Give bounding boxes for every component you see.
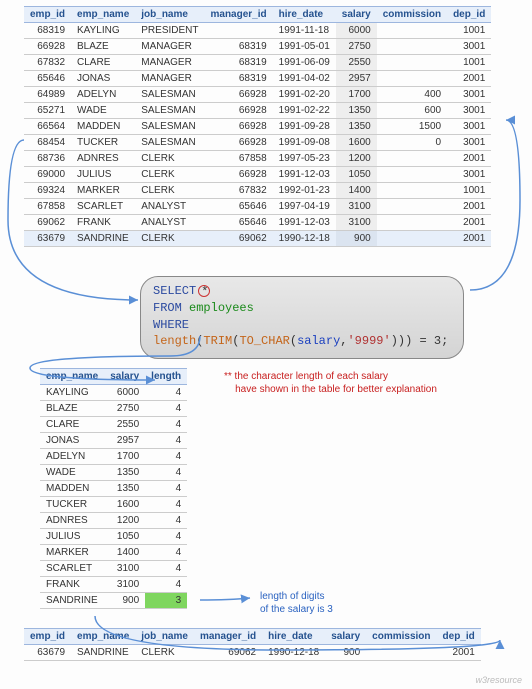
- table-row: 68454TUCKERSALESMAN669281991-09-08160003…: [24, 135, 491, 151]
- col-job_name: job_name: [135, 7, 204, 23]
- table-row: TUCKER16004: [40, 497, 187, 513]
- sql-col-salary: salary: [297, 334, 340, 348]
- table-row: ADELYN17004: [40, 449, 187, 465]
- note-blue-line1: length of digits: [260, 591, 325, 602]
- table-row: 66564MADDENSALESMAN669281991-09-28135015…: [24, 119, 491, 135]
- col-length: length: [145, 369, 187, 385]
- table-row: 65646JONASMANAGER683191991-04-0229572001: [24, 71, 491, 87]
- table-row: 66928BLAZEMANAGER683191991-05-0127503001: [24, 39, 491, 55]
- table-row: 67832CLAREMANAGER683191991-06-0925501001: [24, 55, 491, 71]
- employees-table-wrap: emp_idemp_namejob_namemanager_idhire_dat…: [24, 6, 491, 247]
- col-commission: commission: [366, 629, 436, 645]
- result-table: emp_idemp_namejob_namemanager_idhire_dat…: [24, 628, 481, 661]
- col-commission: commission: [377, 7, 447, 23]
- sql-fmt: '9999': [347, 334, 390, 348]
- note-red-line2: have shown in the table for better expla…: [235, 384, 437, 395]
- table-row: ADNRES12004: [40, 513, 187, 529]
- col-manager_id: manager_id: [194, 629, 262, 645]
- col-salary: salary: [104, 369, 145, 385]
- sql-eq: = 3;: [420, 334, 449, 348]
- sql-fn-tochar: TO_CHAR: [239, 334, 289, 348]
- table-row: 67858SCARLETANALYST656461997-04-19310020…: [24, 199, 491, 215]
- col-hire_date: hire_date: [273, 7, 336, 23]
- col-manager_id: manager_id: [205, 7, 273, 23]
- table-row: 64989ADELYNSALESMAN669281991-02-20170040…: [24, 87, 491, 103]
- col-dep_id: dep_id: [437, 629, 481, 645]
- employees-table: emp_idemp_namejob_namemanager_idhire_dat…: [24, 6, 491, 247]
- table-row: MADDEN13504: [40, 481, 187, 497]
- table-row: 63679SANDRINECLERK690621990-12-189002001: [24, 645, 481, 661]
- col-dep_id: dep_id: [447, 7, 491, 23]
- col-hire_date: hire_date: [262, 629, 325, 645]
- sql-table-name: employees: [189, 301, 254, 315]
- asterisk-icon: [198, 285, 210, 297]
- sql-fn-trim: TRIM: [203, 334, 232, 348]
- table-row: KAYLING60004: [40, 385, 187, 401]
- col-job_name: job_name: [135, 629, 194, 645]
- sql-query-box: SELECT FROM employees WHERE length(TRIM(…: [140, 276, 464, 359]
- length-table: emp_namesalarylengthKAYLING60004BLAZE275…: [40, 368, 187, 609]
- col-emp_name: emp_name: [71, 629, 135, 645]
- table-row: SCARLET31004: [40, 561, 187, 577]
- table-row: 65271WADESALESMAN669281991-02-2213506003…: [24, 103, 491, 119]
- watermark: w3resource: [475, 675, 522, 685]
- length-table-wrap: emp_namesalarylengthKAYLING60004BLAZE275…: [40, 368, 187, 609]
- note-length-3: length of digits of the salary is 3: [260, 590, 333, 616]
- col-salary: salary: [325, 629, 366, 645]
- table-row: 69324MARKERCLERK678321992-01-2314001001: [24, 183, 491, 199]
- sql-from: FROM: [153, 301, 182, 315]
- table-row: CLARE25504: [40, 417, 187, 433]
- col-salary: salary: [336, 7, 377, 23]
- note-char-length: ** the character length of each salary h…: [224, 370, 437, 396]
- table-row: 63679SANDRINECLERK690621990-12-189002001: [24, 231, 491, 247]
- result-table-wrap: emp_idemp_namejob_namemanager_idhire_dat…: [24, 628, 481, 661]
- col-emp_id: emp_id: [24, 7, 71, 23]
- note-blue-line2: of the salary is 3: [260, 604, 333, 615]
- table-row: 68736ADNRESCLERK678581997-05-2312002001: [24, 151, 491, 167]
- table-row: FRANK31004: [40, 577, 187, 593]
- table-row: MARKER14004: [40, 545, 187, 561]
- col-emp_name: emp_name: [40, 369, 104, 385]
- table-row: 69000JULIUSCLERK669281991-12-0310503001: [24, 167, 491, 183]
- sql-where: WHERE: [153, 318, 189, 332]
- sql-select: SELECT: [153, 284, 196, 298]
- table-row: BLAZE27504: [40, 401, 187, 417]
- table-row: SANDRINE9003: [40, 593, 187, 609]
- note-red-line1: ** the character length of each salary: [224, 371, 388, 382]
- table-row: 69062FRANKANALYST656461991-12-0331002001: [24, 215, 491, 231]
- table-row: JULIUS10504: [40, 529, 187, 545]
- table-row: WADE13504: [40, 465, 187, 481]
- col-emp_id: emp_id: [24, 629, 71, 645]
- table-row: 68319KAYLINGPRESIDENT1991-11-1860001001: [24, 23, 491, 39]
- table-row: JONAS29574: [40, 433, 187, 449]
- sql-fn-length: length: [153, 334, 196, 348]
- col-emp_name: emp_name: [71, 7, 135, 23]
